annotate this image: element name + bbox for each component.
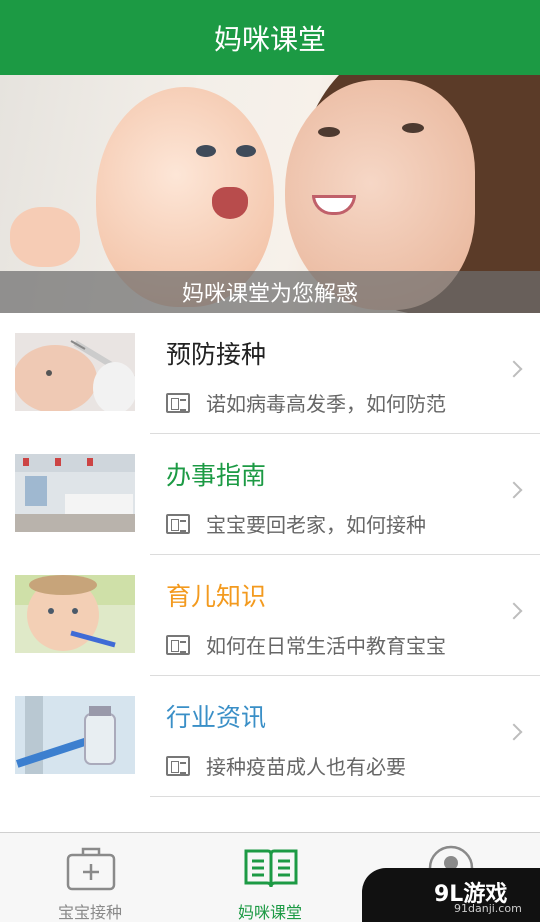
item-title: 办事指南 xyxy=(166,461,267,490)
item-title: 预防接种 xyxy=(166,340,267,369)
vaccination-thumbnail xyxy=(15,333,135,411)
tab-label: 妈咪课堂 xyxy=(237,903,302,922)
chevron-right-icon xyxy=(505,723,523,741)
news-thumbnail xyxy=(15,696,135,774)
news-icon xyxy=(166,755,190,776)
chevron-right-icon xyxy=(505,602,523,620)
mother-eye xyxy=(318,127,340,137)
guide-thumbnail xyxy=(15,454,135,532)
item-title: 行业资讯 xyxy=(166,703,267,732)
item-subtitle: 如何在日常生活中教育宝宝 xyxy=(206,634,446,658)
divider xyxy=(150,796,540,797)
baby-eye xyxy=(236,145,256,157)
news-icon xyxy=(166,392,190,413)
mother-eye xyxy=(402,123,424,133)
list-item-guide[interactable]: 办事指南 宝宝要回老家，如何接种 xyxy=(0,434,540,555)
chevron-right-icon xyxy=(505,360,523,378)
item-subtitle: 接种疫苗成人也有必要 xyxy=(206,755,406,779)
category-list: 预防接种 诺如病毒高发季，如何防范 办事指南 宝宝要回老家，如何接种 育儿知识 … xyxy=(0,313,540,797)
list-item-news[interactable]: 行业资讯 接种疫苗成人也有必要 xyxy=(0,676,540,797)
baby-hand xyxy=(10,207,80,267)
list-item-vaccination[interactable]: 预防接种 诺如病毒高发季，如何防范 xyxy=(0,313,540,434)
book-icon xyxy=(244,849,298,888)
baby-mouth xyxy=(212,187,248,219)
list-item-parenting[interactable]: 育儿知识 如何在日常生活中教育宝宝 xyxy=(0,555,540,676)
tab-baby-vaccination[interactable]: 宝宝接种 xyxy=(0,833,180,922)
tab-mommy-class[interactable]: 妈咪课堂 xyxy=(180,833,360,922)
page-title: 妈咪课堂 xyxy=(213,22,326,56)
banner-caption: 妈咪课堂为您解惑 xyxy=(181,282,358,307)
item-title: 育儿知识 xyxy=(166,582,267,611)
item-subtitle: 诺如病毒高发季，如何防范 xyxy=(206,392,446,416)
banner[interactable]: 妈咪课堂为您解惑 xyxy=(0,75,540,313)
medical-kit-icon xyxy=(66,847,116,891)
watermark: 9L游戏 91danji.com xyxy=(362,868,540,922)
news-icon xyxy=(166,513,190,534)
chevron-right-icon xyxy=(505,481,523,499)
baby-eye xyxy=(196,145,216,157)
item-subtitle: 宝宝要回老家，如何接种 xyxy=(206,513,426,537)
tab-label: 宝宝接种 xyxy=(57,903,122,922)
watermark-site: 91danji.com xyxy=(454,902,522,915)
news-icon xyxy=(166,634,190,655)
title-bar: 妈咪课堂 xyxy=(0,0,540,75)
parenting-thumbnail xyxy=(15,575,135,653)
